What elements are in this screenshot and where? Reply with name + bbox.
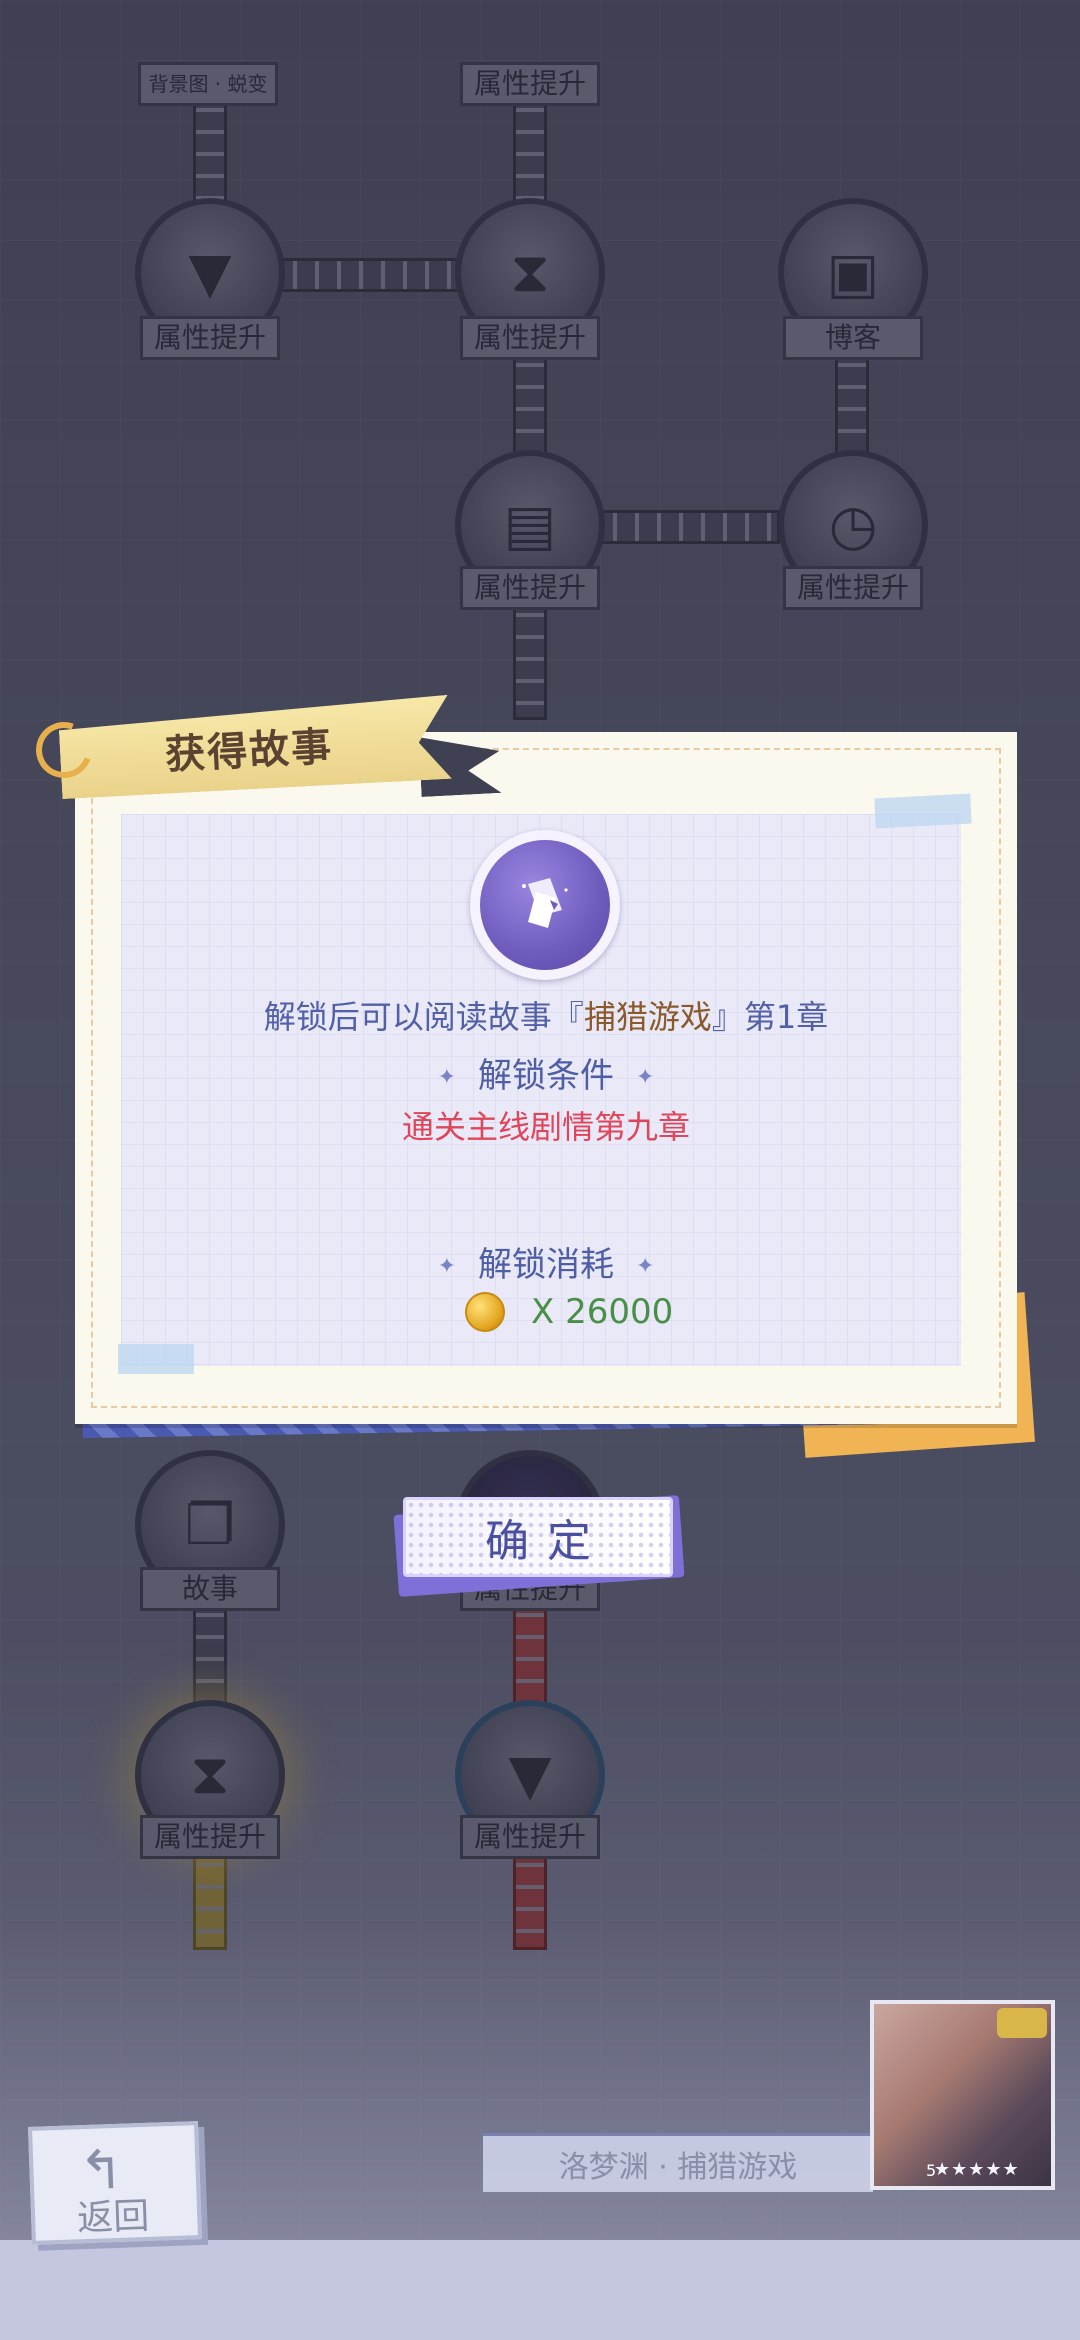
sparkle-icon: ✦	[437, 1254, 456, 1279]
card-rarity-tag	[997, 2008, 1047, 2038]
cost-heading: ✦ 解锁消耗 ✦	[75, 1237, 1017, 1286]
cost-value: X 26000	[531, 1292, 674, 1332]
sparkle-icon: ✦	[437, 1065, 456, 1090]
cost-row: X 26000	[465, 1288, 673, 1336]
story-name: 捕猎游戏	[583, 998, 712, 1036]
condition-title: 解锁条件	[478, 1056, 614, 1096]
unlock-suffix: 』第1章	[711, 998, 829, 1036]
unlock-prefix: 解锁后可以阅读故事『	[263, 998, 584, 1036]
confirm-button[interactable]: 确定	[403, 1497, 673, 1577]
card-stars: ★★★★★	[934, 2159, 1020, 2180]
tape-decor	[118, 1344, 194, 1374]
sparkle-icon: ✦	[636, 1065, 655, 1090]
story-badge	[470, 830, 620, 980]
story-label: 洛梦渊 · 捕猎游戏	[483, 2133, 873, 2192]
character-card[interactable]: 5 ★★★★★	[870, 2000, 1055, 2190]
sparkle-icon: ✦	[636, 1254, 655, 1279]
back-label: 返回	[76, 2195, 150, 2240]
dialog-title: 获得故事	[164, 723, 335, 779]
gold-coin-icon	[465, 1292, 505, 1332]
condition-text: 通关主线剧情第九章	[401, 1108, 690, 1146]
unlock-description: 解锁后可以阅读故事『捕猎游戏』第1章	[75, 992, 1017, 1038]
tape-decor	[874, 793, 972, 829]
back-button[interactable]: ↰ 返回	[27, 2121, 203, 2245]
cost-title: 解锁消耗	[478, 1245, 614, 1285]
story-book-icon	[480, 840, 610, 970]
footer-strip	[0, 2240, 1080, 2340]
condition-heading: ✦ 解锁条件 ✦	[75, 1048, 1017, 1097]
